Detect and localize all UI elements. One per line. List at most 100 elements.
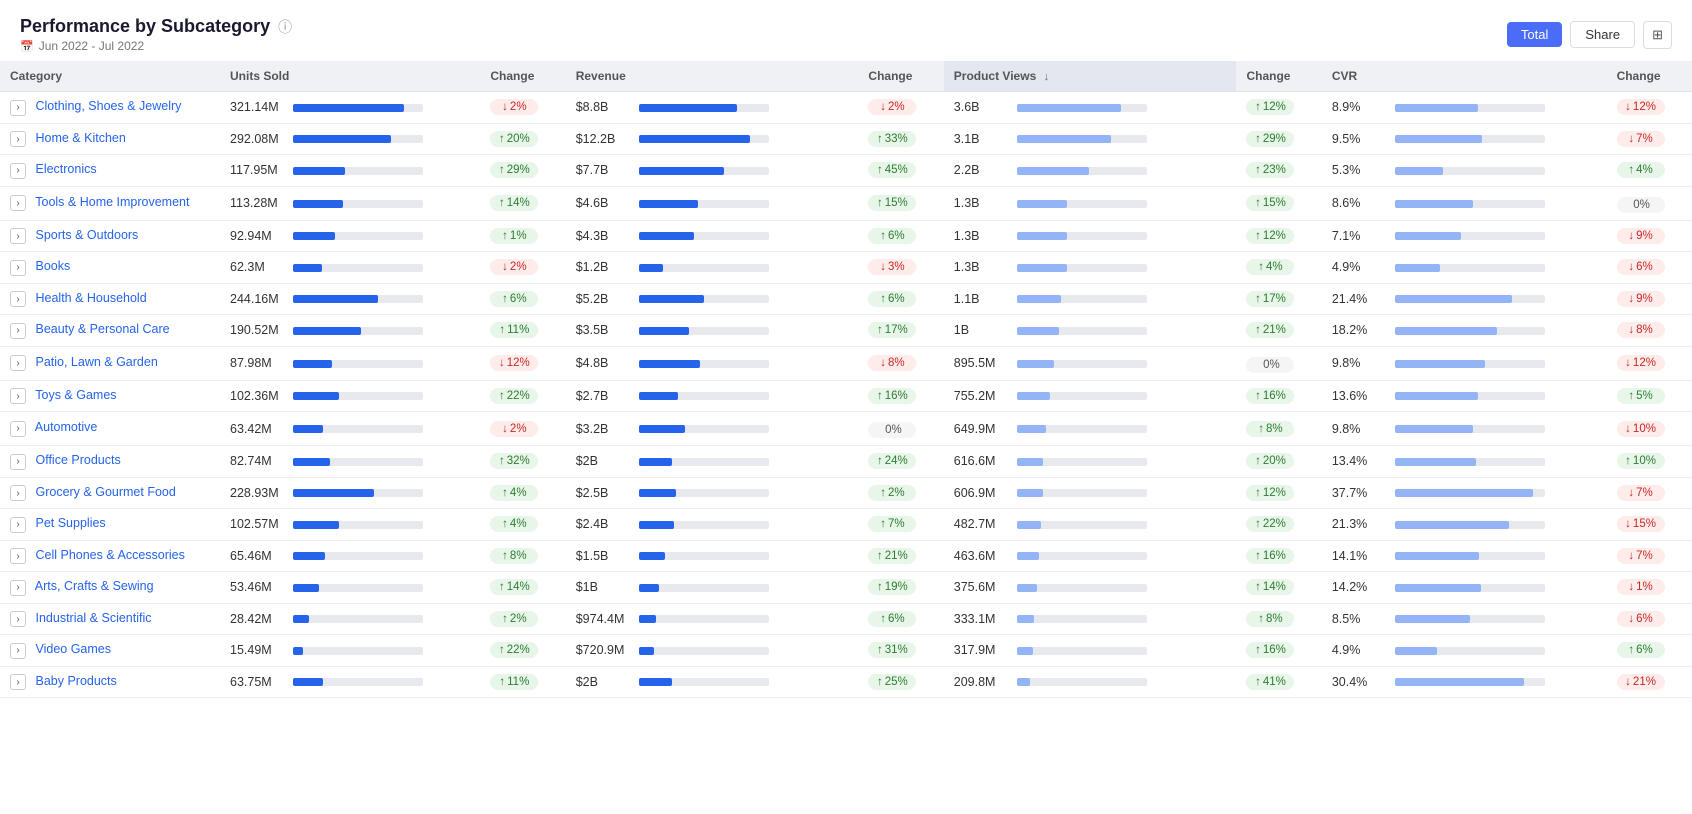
- category-link[interactable]: Home & Kitchen: [35, 131, 125, 145]
- revenue-change-badge: ↑15%: [868, 195, 916, 211]
- cvr-value: 9.8%: [1332, 356, 1392, 370]
- category-link[interactable]: Pet Supplies: [35, 516, 105, 530]
- expand-button[interactable]: ›: [10, 454, 26, 470]
- category-link[interactable]: Patio, Lawn & Garden: [35, 355, 157, 369]
- revenue-cell: $2B: [566, 446, 859, 478]
- category-link[interactable]: Health & Household: [35, 291, 146, 305]
- units-value: 65.46M: [230, 549, 290, 563]
- table-row: › Beauty & Personal Care 190.52M ↑11% $3…: [0, 315, 1692, 347]
- expand-button[interactable]: ›: [10, 131, 26, 147]
- cvr-change-cell: ↓6%: [1607, 603, 1692, 635]
- units-sold-cell: 102.36M: [220, 380, 480, 412]
- category-link[interactable]: Grocery & Gourmet Food: [35, 485, 175, 499]
- pv-bar: [1017, 232, 1147, 240]
- category-link[interactable]: Clothing, Shoes & Jewelry: [35, 99, 181, 113]
- revenue-change-arrow: ↑: [880, 293, 886, 305]
- expand-button[interactable]: ›: [10, 100, 26, 116]
- category-link[interactable]: Baby Products: [35, 674, 116, 688]
- units-change-arrow: ↑: [499, 455, 505, 467]
- revenue-bar: [639, 232, 769, 240]
- cvr-cell: 13.4%: [1322, 446, 1607, 478]
- category-cell: › Clothing, Shoes & Jewelry: [0, 92, 220, 124]
- category-link[interactable]: Books: [35, 259, 70, 273]
- revenue-change-badge: ↑21%: [868, 548, 916, 564]
- category-link[interactable]: Video Games: [35, 642, 111, 656]
- units-change-cell: ↑11%: [480, 666, 565, 698]
- table-row: › Arts, Crafts & Sewing 53.46M ↑14% $1B …: [0, 572, 1692, 604]
- cvr-bar: [1395, 295, 1545, 303]
- expand-button[interactable]: ›: [10, 323, 26, 339]
- units-change-cell: ↑22%: [480, 380, 565, 412]
- pv-change-badge: ↑23%: [1246, 162, 1294, 178]
- expand-button[interactable]: ›: [10, 421, 26, 437]
- revenue-cell: $974.4M: [566, 603, 859, 635]
- pv-change-arrow: ↑: [1258, 423, 1264, 435]
- total-button[interactable]: Total: [1507, 22, 1562, 47]
- share-button[interactable]: Share: [1570, 21, 1635, 48]
- units-change-arrow: ↑: [499, 197, 505, 209]
- expand-button[interactable]: ›: [10, 674, 26, 690]
- category-cell: › Office Products: [0, 446, 220, 478]
- expand-button[interactable]: ›: [10, 260, 26, 276]
- expand-button[interactable]: ›: [10, 228, 26, 244]
- category-link[interactable]: Sports & Outdoors: [35, 228, 138, 242]
- expand-button[interactable]: ›: [10, 291, 26, 307]
- expand-button[interactable]: ›: [10, 580, 26, 596]
- expand-button[interactable]: ›: [10, 517, 26, 533]
- category-link[interactable]: Electronics: [35, 162, 96, 176]
- cvr-change-cell: ↓15%: [1607, 509, 1692, 541]
- cvr-value: 14.2%: [1332, 580, 1392, 594]
- pv-change-badge: ↑8%: [1246, 421, 1294, 437]
- revenue-value: $1B: [576, 580, 636, 594]
- pv-change-arrow: ↑: [1255, 390, 1261, 402]
- units-change-arrow: ↑: [499, 133, 505, 145]
- expand-button[interactable]: ›: [10, 485, 26, 501]
- revenue-change-badge: ↑6%: [868, 228, 916, 244]
- cvr-change-badge: ↓9%: [1617, 291, 1665, 307]
- category-link[interactable]: Arts, Crafts & Sewing: [35, 579, 154, 593]
- pv-value: 333.1M: [954, 612, 1014, 626]
- category-link[interactable]: Office Products: [35, 453, 120, 467]
- expand-button[interactable]: ›: [10, 388, 26, 404]
- category-link[interactable]: Industrial & Scientific: [35, 611, 151, 625]
- pv-change-cell: ↑12%: [1236, 477, 1321, 509]
- units-bar: [293, 678, 423, 686]
- product-views-cell: 895.5M: [944, 346, 1237, 380]
- table-row: › Pet Supplies 102.57M ↑4% $2.4B ↑7%: [0, 509, 1692, 541]
- table-row: › Clothing, Shoes & Jewelry 321.14M ↓2% …: [0, 92, 1692, 124]
- category-link[interactable]: Tools & Home Improvement: [35, 195, 189, 209]
- units-change-badge: ↑8%: [490, 548, 538, 564]
- revenue-change-cell: ↑16%: [858, 380, 943, 412]
- col-header-product-views[interactable]: Product Views ↓: [944, 61, 1237, 92]
- revenue-cell: $2B: [566, 666, 859, 698]
- expand-button[interactable]: ›: [10, 163, 26, 179]
- category-link[interactable]: Toys & Games: [35, 388, 116, 402]
- expand-button[interactable]: ›: [10, 643, 26, 659]
- expand-button[interactable]: ›: [10, 548, 26, 564]
- cvr-change-arrow: ↑: [1628, 390, 1634, 402]
- info-icon[interactable]: ⓘ: [278, 17, 292, 37]
- units-change-badge: ↓2%: [490, 259, 538, 275]
- expand-button[interactable]: ›: [10, 195, 26, 211]
- expand-button[interactable]: ›: [10, 611, 26, 627]
- revenue-value: $1.5B: [576, 549, 636, 563]
- revenue-change-cell: 0%: [858, 412, 943, 446]
- category-link[interactable]: Beauty & Personal Care: [35, 322, 169, 336]
- cvr-value: 5.3%: [1332, 163, 1392, 177]
- product-views-cell: 1.1B: [944, 283, 1237, 315]
- revenue-value: $7.7B: [576, 163, 636, 177]
- revenue-change-cell: ↑45%: [858, 155, 943, 187]
- cvr-change-arrow: ↑: [1628, 164, 1634, 176]
- revenue-value: $4.8B: [576, 356, 636, 370]
- header-right: Total Share ⊞: [1507, 21, 1672, 49]
- cvr-bar: [1395, 104, 1545, 112]
- category-link[interactable]: Cell Phones & Accessories: [35, 548, 184, 562]
- expand-button[interactable]: ›: [10, 355, 26, 371]
- units-bar: [293, 458, 423, 466]
- cvr-change-badge: ↓7%: [1617, 548, 1665, 564]
- cvr-cell: 4.9%: [1322, 635, 1607, 667]
- units-value: 228.93M: [230, 486, 290, 500]
- export-button[interactable]: ⊞: [1643, 21, 1672, 49]
- units-bar: [293, 552, 423, 560]
- category-link[interactable]: Automotive: [35, 420, 98, 434]
